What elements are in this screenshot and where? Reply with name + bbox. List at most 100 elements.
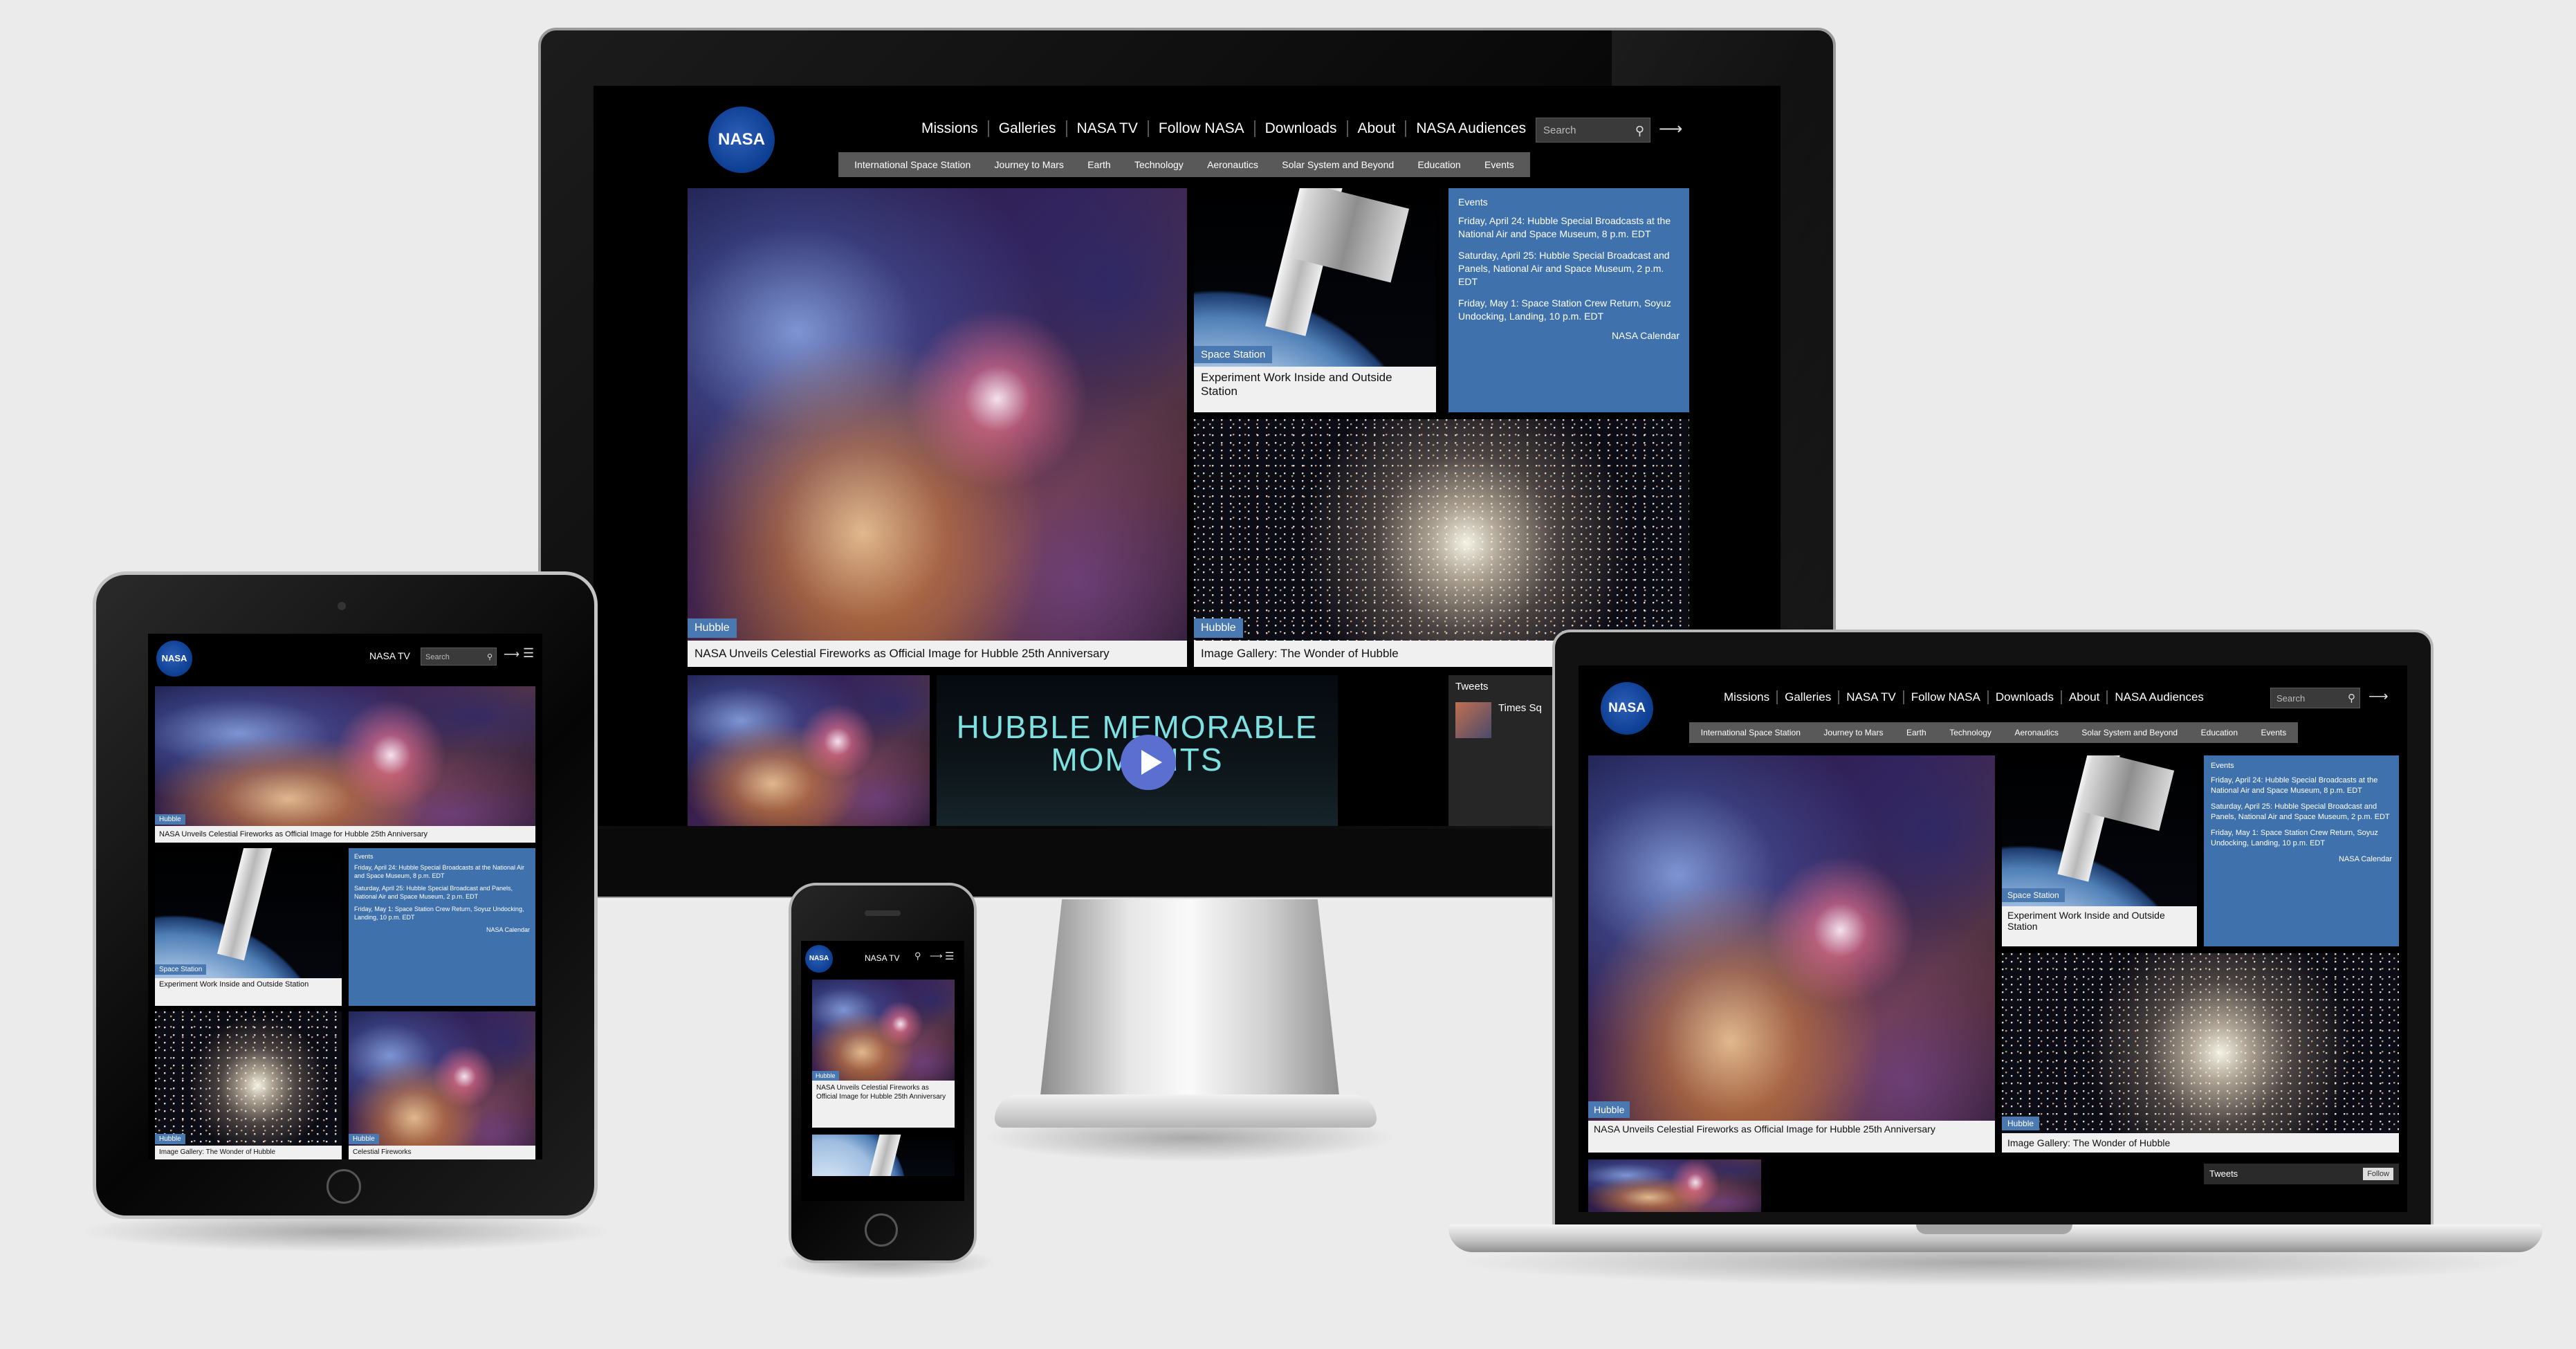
nav-downloads[interactable]: Downloads: [1255, 120, 1348, 137]
feature-image[interactable]: Hubble NASA Unveils Celestial Fireworks …: [155, 686, 535, 843]
feature-title[interactable]: NASA Unveils Celestial Fireworks as Offi…: [812, 1081, 955, 1128]
search-icon[interactable]: ⚲: [914, 951, 921, 962]
nav-galleries[interactable]: Galleries: [989, 120, 1067, 137]
subnav-mars[interactable]: Journey to Mars: [995, 159, 1064, 170]
gallery-image[interactable]: Hubble Image Gallery: The Wonder of Hubb…: [155, 1011, 342, 1159]
subnav-solar-system[interactable]: Solar System and Beyond: [2081, 728, 2178, 737]
nasa-calendar-link[interactable]: NASA Calendar: [1458, 330, 1680, 341]
nav-nasa-tv[interactable]: NASA TV: [865, 953, 899, 963]
subnav-technology[interactable]: Technology: [1949, 728, 1991, 737]
search-icon[interactable]: ⚲: [487, 648, 493, 666]
fireworks-image[interactable]: Hubble Celestial Fireworks: [349, 1011, 535, 1159]
subnav-earth[interactable]: Earth: [1906, 728, 1926, 737]
feature-tag[interactable]: Hubble: [688, 618, 737, 638]
nav-nasa-audiences[interactable]: NASA Audiences: [2108, 690, 2211, 704]
nasa-logo[interactable]: NASA: [708, 107, 775, 173]
thumb-image[interactable]: [1588, 1159, 1761, 1212]
nasa-logo[interactable]: NASA: [156, 641, 192, 677]
station-title[interactable]: Experiment Work Inside and Outside Stati…: [155, 978, 342, 1006]
follow-button[interactable]: Follow: [2363, 1168, 2393, 1180]
video-player[interactable]: HUBBLE MEMORABLE MOMENTS: [937, 675, 1338, 826]
nav-galleries[interactable]: Galleries: [1778, 690, 1840, 704]
nav-follow-nasa[interactable]: Follow NASA: [1149, 120, 1255, 137]
subnav-education[interactable]: Education: [1417, 159, 1460, 170]
nav-nasa-audiences[interactable]: NASA Audiences: [1406, 120, 1536, 137]
search-icon[interactable]: ⚲: [2348, 688, 2355, 709]
subnav-iss[interactable]: International Space Station: [1701, 728, 1801, 737]
menu-icon[interactable]: ☰: [523, 646, 534, 661]
nasa-logo[interactable]: NASA: [805, 945, 833, 973]
gallery-tag[interactable]: Hubble: [2002, 1117, 2040, 1130]
nav-nasa-tv[interactable]: NASA TV: [1839, 690, 1904, 704]
nav-nasa-tv[interactable]: NASA TV: [1067, 120, 1149, 137]
station-tag[interactable]: Space Station: [2002, 888, 2065, 902]
event-item[interactable]: Friday, May 1: Space Station Crew Return…: [2211, 828, 2392, 849]
search-icon[interactable]: ⚲: [1635, 118, 1644, 143]
event-item[interactable]: Friday, April 24: Hubble Special Broadca…: [354, 863, 530, 880]
nav-about[interactable]: About: [2062, 690, 2108, 704]
tablet-home-button[interactable]: [326, 1169, 361, 1204]
subnav-aeronautics[interactable]: Aeronautics: [2014, 728, 2058, 737]
phone-home-button[interactable]: [865, 1213, 898, 1247]
gallery-tag[interactable]: Hubble: [155, 1134, 185, 1144]
nav-follow-nasa[interactable]: Follow NASA: [1904, 690, 1989, 704]
station-tag[interactable]: Space Station: [155, 964, 207, 975]
nav-nasa-tv[interactable]: NASA TV: [369, 650, 410, 661]
subnav-technology[interactable]: Technology: [1134, 159, 1184, 170]
station-title[interactable]: Experiment Work Inside and Outside Stati…: [1194, 367, 1436, 412]
share-icon[interactable]: ⟶: [1659, 119, 1682, 139]
event-item[interactable]: Saturday, April 25: Hubble Special Broad…: [2211, 802, 2392, 823]
gallery-title[interactable]: Image Gallery: The Wonder of Hubble: [2002, 1133, 2399, 1153]
nasa-calendar-link[interactable]: NASA Calendar: [354, 926, 530, 934]
station-image[interactable]: Space Station Experiment Work Inside and…: [155, 848, 342, 1006]
subnav-earth[interactable]: Earth: [1087, 159, 1110, 170]
feature-title[interactable]: NASA Unveils Celestial Fireworks as Offi…: [1588, 1121, 1995, 1153]
feature-tag[interactable]: Hubble: [812, 1071, 839, 1081]
feature-title[interactable]: NASA Unveils Celestial Fireworks as Offi…: [688, 641, 1187, 667]
event-item[interactable]: Friday, May 1: Space Station Crew Return…: [354, 905, 530, 921]
gallery-image[interactable]: Hubble Image Gallery: The Wonder of Hubb…: [2002, 953, 2399, 1153]
subnav-solar-system[interactable]: Solar System and Beyond: [1282, 159, 1394, 170]
share-icon[interactable]: ⟶: [930, 951, 943, 962]
station-image[interactable]: Space Station Experiment Work Inside and…: [2002, 755, 2197, 946]
gallery-tag[interactable]: Hubble: [1194, 618, 1243, 638]
subnav-mars[interactable]: Journey to Mars: [1823, 728, 1883, 737]
feature-title[interactable]: NASA Unveils Celestial Fireworks as Offi…: [155, 826, 535, 843]
subnav-education[interactable]: Education: [2201, 728, 2238, 737]
nasa-calendar-link[interactable]: NASA Calendar: [2211, 854, 2392, 865]
nav-about[interactable]: About: [1348, 120, 1407, 137]
station-title[interactable]: Experiment Work Inside and Outside Stati…: [2002, 906, 2197, 946]
play-icon[interactable]: [1121, 735, 1176, 790]
nav-downloads[interactable]: Downloads: [1989, 690, 2062, 704]
subnav-aeronautics[interactable]: Aeronautics: [1207, 159, 1258, 170]
feature-image[interactable]: Hubble NASA Unveils Celestial Fireworks …: [688, 188, 1187, 667]
event-item[interactable]: Friday, May 1: Space Station Crew Return…: [1458, 297, 1680, 323]
search-input[interactable]: Search ⚲: [421, 648, 497, 666]
share-icon[interactable]: ⟶: [504, 648, 519, 661]
station-image[interactable]: Space Station Experiment Work Inside and…: [1194, 188, 1436, 412]
fireworks-tag[interactable]: Hubble: [349, 1134, 379, 1144]
search-input[interactable]: Search ⚲: [2270, 688, 2360, 708]
gallery-title[interactable]: Image Gallery: The Wonder of Hubble: [155, 1146, 342, 1159]
feature-tag[interactable]: Hubble: [155, 814, 185, 825]
subnav-iss[interactable]: International Space Station: [854, 159, 970, 170]
feature-tag[interactable]: Hubble: [1588, 1101, 1630, 1118]
station-image[interactable]: [812, 1135, 955, 1176]
nasa-logo[interactable]: NASA: [1601, 682, 1653, 735]
thumb-image[interactable]: [688, 675, 930, 826]
subnav-events[interactable]: Events: [2261, 728, 2287, 737]
menu-icon[interactable]: ☰: [945, 950, 954, 962]
nav-missions[interactable]: Missions: [912, 120, 989, 137]
subnav-events[interactable]: Events: [1484, 159, 1514, 170]
feature-image[interactable]: Hubble: [812, 980, 955, 1081]
search-input[interactable]: Search ⚲: [1536, 118, 1650, 143]
tweet-author[interactable]: Times Sq: [1498, 702, 1542, 738]
fireworks-title[interactable]: Celestial Fireworks: [349, 1146, 535, 1159]
event-item[interactable]: Saturday, April 25: Hubble Special Broad…: [1458, 249, 1680, 288]
event-item[interactable]: Friday, April 24: Hubble Special Broadca…: [1458, 214, 1680, 241]
feature-image[interactable]: Hubble NASA Unveils Celestial Fireworks …: [1588, 755, 1995, 1153]
nav-missions[interactable]: Missions: [1717, 690, 1778, 704]
event-item[interactable]: Saturday, April 25: Hubble Special Broad…: [354, 884, 530, 901]
avatar[interactable]: [1455, 702, 1491, 738]
event-item[interactable]: Friday, April 24: Hubble Special Broadca…: [2211, 776, 2392, 796]
